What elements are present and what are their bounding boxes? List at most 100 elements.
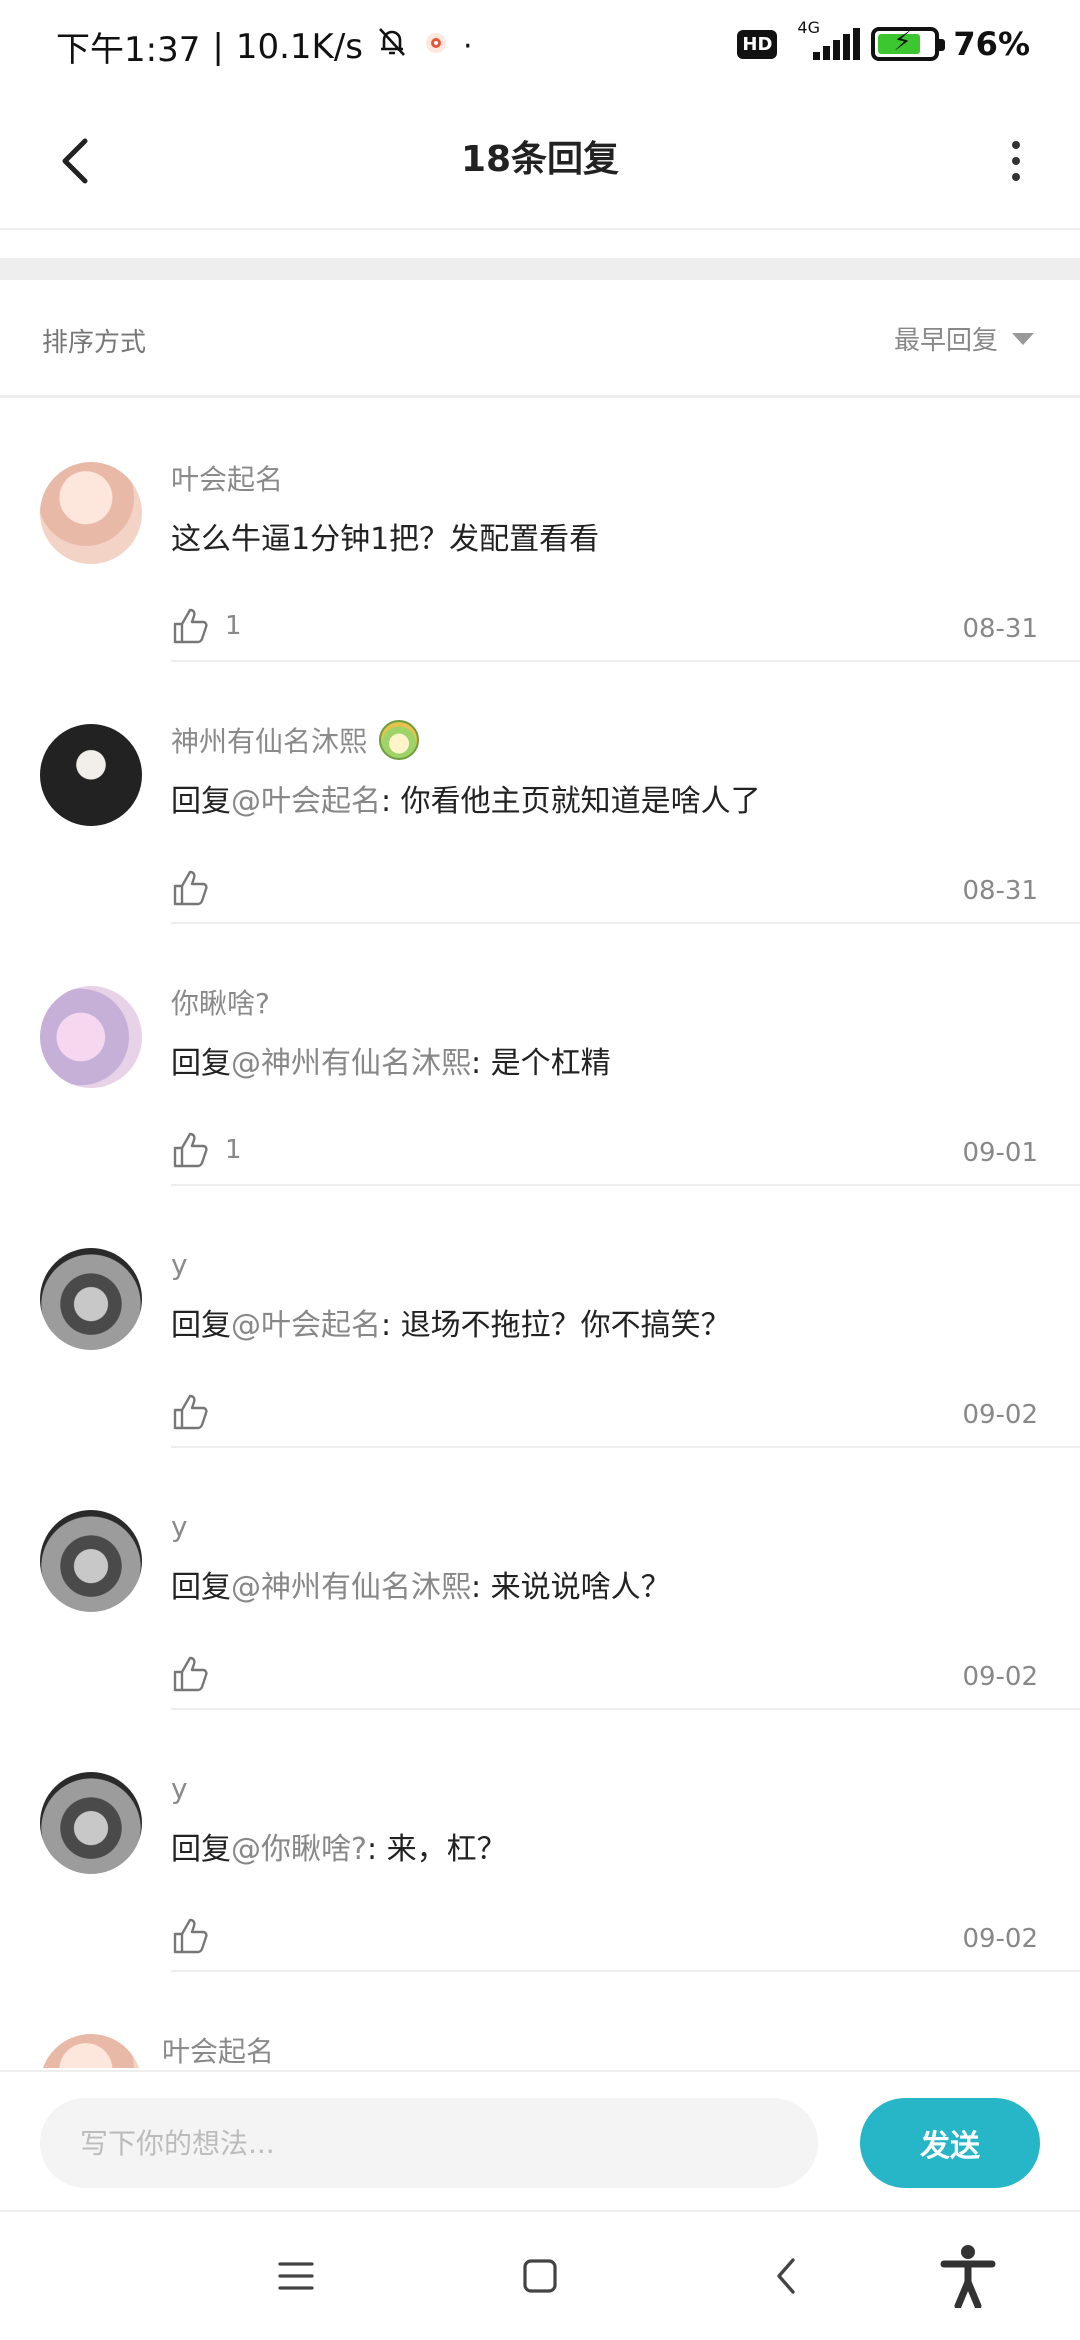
home-button[interactable] <box>500 2236 580 2316</box>
signal-icon: 4G <box>791 18 861 64</box>
mention-link[interactable]: @神州有仙名沐熙 <box>231 1570 471 1605</box>
sort-bar: 排序方式 最早回复 <box>0 280 1080 398</box>
reply-item: 你瞅啥? 回复@神州有仙名沐熙: 是个杠精 1 09-01 <box>0 924 1080 1186</box>
page-title: 18条回复 <box>460 139 620 180</box>
reply-content[interactable]: 这么牛逼1分钟1把？发配置看看 <box>171 520 1040 560</box>
more-dot-icon <box>1012 141 1020 149</box>
reply-meta: 1 08-31 <box>171 606 1040 656</box>
sort-dropdown[interactable]: 最早回复 <box>894 320 1034 357</box>
like-count: 1 <box>225 1135 242 1165</box>
reply-list[interactable]: 叶会起名 这么牛逼1分钟1把？发配置看看 1 08-31 神州有仙名沐熙 回复@… <box>0 400 1080 2068</box>
more-dot-icon <box>1012 173 1020 181</box>
username[interactable]: y <box>171 1246 1040 1282</box>
mention-link[interactable]: @叶会起名 <box>231 784 381 819</box>
reply-body: 叶会起名 <box>162 2032 1040 2068</box>
reply-body: 你瞅啥? 回复@神州有仙名沐熙: 是个杠精 1 09-01 <box>171 984 1040 1168</box>
reply-meta: 08-31 <box>171 868 1040 918</box>
like-button[interactable] <box>171 1916 225 1956</box>
system-nav-bar <box>0 2210 1080 2340</box>
reply-item: 叶会起名 <box>0 1972 1080 2068</box>
status-net-speed: 10.1K/s <box>235 26 363 67</box>
reply-date: 08-31 <box>962 614 1038 644</box>
reply-body: y 回复@神州有仙名沐熙: 来说说啥人？ 09-02 <box>171 1508 1040 1693</box>
reply-body: y 回复@你瞅啥?: 来，杠？ 09-02 <box>171 1770 1040 1955</box>
like-count: 1 <box>225 611 242 641</box>
more-options-button[interactable] <box>986 126 1046 196</box>
like-button[interactable] <box>171 868 225 908</box>
more-notifications-dot-icon: · <box>463 29 473 64</box>
reply-item: y 回复@叶会起名: 退场不拖拉？你不搞笑？ 09-02 <box>0 1186 1080 1448</box>
reply-content[interactable]: 回复@叶会起名: 退场不拖拉？你不搞笑？ <box>171 1306 1040 1346</box>
home-square-icon <box>523 2259 557 2293</box>
avatar[interactable] <box>40 1248 142 1350</box>
status-separator: | <box>212 26 224 67</box>
username[interactable]: 叶会起名 <box>171 460 1040 496</box>
system-back-button[interactable] <box>746 2236 826 2316</box>
hd-icon: HD <box>737 29 778 59</box>
avatar[interactable] <box>40 462 142 564</box>
reply-body: 神州有仙名沐熙 回复@叶会起名: 你看他主页就知道是啥人了 08-31 <box>171 720 1040 906</box>
reply-item: y 回复@神州有仙名沐熙: 来说说啥人？ 09-02 <box>0 1448 1080 1710</box>
status-bar: 下午1:37 | 10.1K/s · HD 4G ⚡ 76% <box>0 0 1080 96</box>
app-notification-icon <box>421 27 451 67</box>
avatar[interactable] <box>40 986 142 1088</box>
more-dot-icon <box>1012 157 1020 165</box>
username[interactable]: 你瞅啥? <box>171 984 1040 1020</box>
status-left: 下午1:37 | 10.1K/s · <box>56 22 473 71</box>
thumbs-up-icon <box>173 1394 208 1430</box>
chevron-left-icon <box>777 2258 795 2294</box>
thumbs-up-icon <box>173 1132 208 1168</box>
reply-body: 叶会起名 这么牛逼1分钟1把？发配置看看 1 08-31 <box>171 460 1040 644</box>
reply-date: 09-02 <box>962 1400 1038 1430</box>
user-badge-icon <box>379 720 420 760</box>
like-button[interactable]: 1 <box>171 1130 242 1170</box>
mention-link[interactable]: @神州有仙名沐熙 <box>231 1046 471 1081</box>
thumbs-up-icon <box>173 870 208 906</box>
dropdown-triangle-icon <box>1012 332 1034 345</box>
reply-content[interactable]: 回复@叶会起名: 你看他主页就知道是啥人了 <box>171 782 1040 822</box>
reply-item: 神州有仙名沐熙 回复@叶会起名: 你看他主页就知道是啥人了 08-31 <box>0 662 1080 924</box>
section-divider <box>0 258 1080 280</box>
reply-meta: 09-02 <box>171 1392 1040 1442</box>
reply-content[interactable]: 回复@神州有仙名沐熙: 是个杠精 <box>171 1044 1040 1084</box>
app-header: 18条回复 <box>0 96 1080 230</box>
like-button[interactable] <box>171 1654 225 1694</box>
mute-bell-icon <box>375 25 409 68</box>
avatar[interactable] <box>40 1510 142 1612</box>
like-button[interactable]: 1 <box>171 606 242 646</box>
thumbs-up-icon <box>173 608 208 644</box>
reply-input[interactable] <box>40 2098 818 2188</box>
reply-item: 叶会起名 这么牛逼1分钟1把？发配置看看 1 08-31 <box>0 400 1080 662</box>
reply-content[interactable]: 回复@你瞅啥?: 来，杠？ <box>171 1830 1040 1870</box>
reply-date: 09-02 <box>962 1662 1038 1692</box>
mention-link[interactable]: @叶会起名 <box>231 1308 381 1343</box>
username[interactable]: y <box>171 1770 1040 1806</box>
menu-lines-icon <box>278 2262 314 2290</box>
username[interactable]: 神州有仙名沐熙 <box>171 720 1040 760</box>
thumbs-up-icon <box>173 1918 208 1954</box>
avatar[interactable] <box>40 2034 142 2068</box>
avatar[interactable] <box>40 1772 142 1874</box>
reply-date: 08-31 <box>962 876 1038 906</box>
reply-date: 09-02 <box>962 1924 1038 1954</box>
reply-meta: 09-02 <box>171 1654 1040 1704</box>
sort-selected-value: 最早回复 <box>893 326 998 356</box>
username[interactable]: 叶会起名 <box>162 2032 1040 2068</box>
accessibility-button[interactable] <box>928 2236 1008 2316</box>
status-right: HD 4G ⚡ 76% <box>737 18 1030 64</box>
like-button[interactable] <box>171 1392 225 1432</box>
send-button[interactable]: 发送 <box>860 2098 1040 2188</box>
mention-link[interactable]: @你瞅啥? <box>231 1832 367 1867</box>
recents-button[interactable] <box>256 2236 336 2316</box>
network-type: 4G <box>797 18 820 37</box>
reply-body: y 回复@叶会起名: 退场不拖拉？你不搞笑？ 09-02 <box>171 1246 1040 1431</box>
avatar[interactable] <box>40 724 142 826</box>
reply-meta: 1 09-01 <box>171 1130 1040 1180</box>
reply-content[interactable]: 回复@神州有仙名沐熙: 来说说啥人？ <box>171 1568 1040 1608</box>
reply-item: y 回复@你瞅啥?: 来，杠？ 09-02 <box>0 1710 1080 1972</box>
reply-date: 09-01 <box>962 1138 1038 1168</box>
username[interactable]: y <box>171 1508 1040 1544</box>
status-time: 下午1:37 <box>56 30 201 70</box>
thumbs-up-icon <box>173 1656 208 1692</box>
accessibility-person-icon <box>940 2245 996 2308</box>
